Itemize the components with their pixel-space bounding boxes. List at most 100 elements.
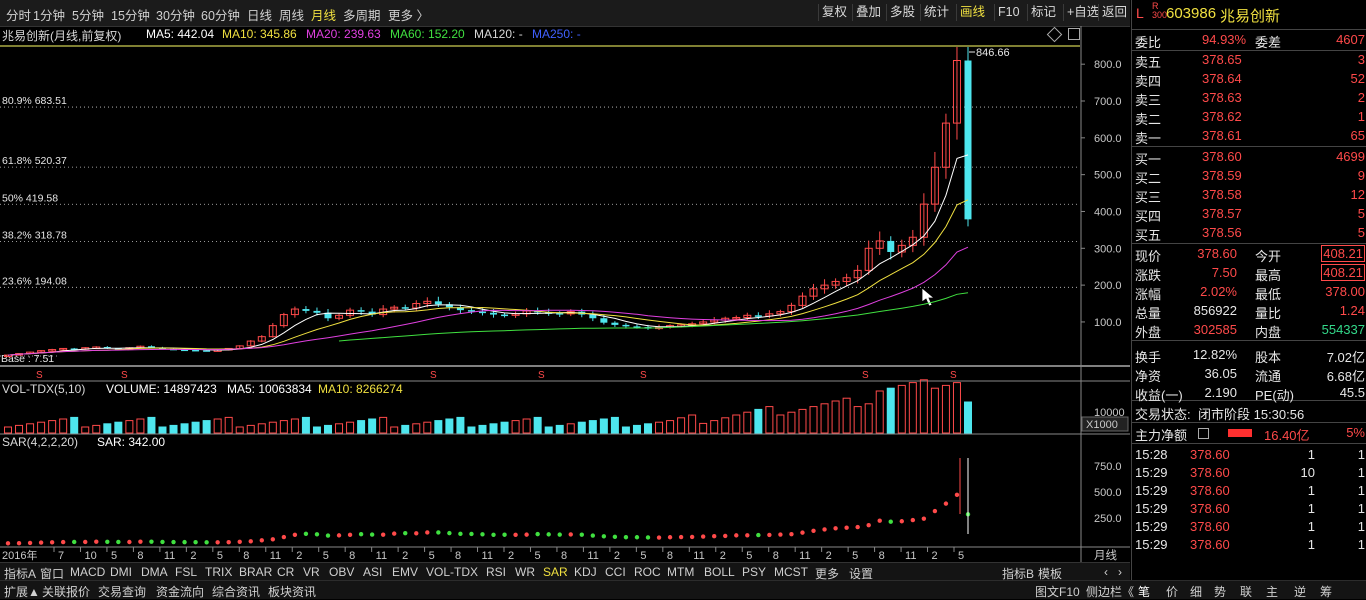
indicator-tab-roc[interactable]: ROC [634, 565, 661, 579]
trading-status: 闭市阶段 15:30:56 [1198, 407, 1305, 422]
sar-dot [270, 537, 276, 542]
vol-ma5-readout: MA5: 10063834 [227, 382, 312, 396]
fib-label: 50% 419.58 [2, 192, 58, 204]
sar-dot [789, 531, 794, 537]
tongji-button[interactable]: 统计 [920, 4, 952, 21]
indicator-tab-cr[interactable]: CR [277, 565, 294, 579]
bottom-right-tab-8[interactable]: 逆 [1294, 583, 1306, 600]
indicator-tab-vr[interactable]: VR [303, 565, 320, 579]
bottom-right-tab-4[interactable]: 细 [1190, 583, 1202, 600]
ma5-line [7, 154, 969, 356]
candle-body [478, 311, 486, 314]
tab-60min[interactable]: 60分钟 [201, 5, 240, 24]
volume-bar [114, 421, 123, 434]
bottom-tab-4[interactable]: 综合资讯 [212, 583, 260, 600]
sar-readout: SAR: 342.00 [97, 435, 166, 449]
bottom-right-tab-7[interactable]: 主 [1266, 583, 1278, 600]
tab-15min[interactable]: 15分钟 [111, 5, 150, 24]
indicator-tab-fsl[interactable]: FSL [175, 565, 197, 579]
volume-bar [103, 423, 112, 434]
kline-chart[interactable]: 80.9% 683.51 61.8% 520.37 50% 419.58 38.2% … [0, 26, 1130, 562]
indicator-tab-kdj[interactable]: KDJ [574, 565, 597, 579]
bottom-tab-1[interactable]: 关联报价 [42, 583, 90, 600]
duogu-button[interactable]: 多股 [886, 4, 918, 21]
indicator-tab-psy[interactable]: PSY [742, 565, 766, 579]
sar-dot [899, 519, 904, 524]
main-flow-pct: 5% [1346, 425, 1365, 440]
indicator-tab-trix[interactable]: TRIX [205, 565, 232, 579]
indicator-tab-macd[interactable]: MACD [70, 565, 105, 579]
indicator-tab-brar[interactable]: BRAR [239, 565, 272, 579]
sar-dot [204, 540, 209, 545]
diejia-button[interactable]: 叠加 [852, 4, 884, 21]
scroll-left-icon[interactable]: ‹ [1104, 565, 1108, 579]
bottom-right-tab-0[interactable]: 图文F10 [1035, 583, 1080, 600]
volume-bar [941, 384, 950, 434]
tab-more[interactable]: 更多 〉 [388, 5, 429, 24]
draw-line-button[interactable]: 画线 [956, 4, 988, 21]
tick-volume: 1 [1307, 483, 1315, 498]
sar-dot [712, 534, 717, 539]
bottom-tab-2[interactable]: 交易查询 [98, 583, 146, 600]
tab-week[interactable]: 周线 [279, 5, 304, 24]
bid-label: 买四 [1135, 209, 1162, 224]
add-watchlist-button[interactable]: +自选 [1063, 4, 1102, 21]
sar-dot [557, 532, 562, 537]
sar-dot [767, 532, 772, 538]
indicator-tab-boll[interactable]: BOLL [704, 565, 735, 579]
tab-30min[interactable]: 30分钟 [156, 5, 195, 24]
bottom-tab-5[interactable]: 板块资讯 [268, 583, 316, 600]
bottom-tab-3[interactable]: 资金流向 [156, 583, 204, 600]
sar-dot [292, 532, 298, 537]
bottom-right-tab-5[interactable]: 势 [1214, 583, 1226, 600]
back-button[interactable]: 返回 [1098, 4, 1130, 21]
tab-1min[interactable]: 1分钟 [33, 5, 65, 24]
tick-row: 15:29 378.60 1 1 [1132, 482, 1366, 501]
indicator-tab-sar[interactable]: SAR [543, 565, 568, 579]
scroll-right-icon[interactable]: › [1118, 565, 1122, 579]
tab-fenshi[interactable]: 分时 [6, 5, 31, 24]
volume-bar [842, 397, 851, 434]
indicator-tab-asi[interactable]: ASI [363, 565, 382, 579]
indicator-tab-obv[interactable]: OBV [329, 565, 354, 579]
indicator-tab-vol-tdx[interactable]: VOL-TDX [426, 565, 478, 579]
indicator-tab-emv[interactable]: EMV [392, 565, 418, 579]
indicator-tab-dma[interactable]: DMA [141, 565, 168, 579]
r300-icon: R 300 [1152, 1, 1168, 20]
ma60-line [338, 292, 969, 342]
fuquan-button[interactable]: 复权 [818, 4, 850, 21]
volume-bar [257, 423, 266, 434]
f10-button[interactable]: F10 [994, 4, 1023, 21]
x-tick-label: 5 [534, 550, 540, 562]
tick-volume: 10 [1300, 465, 1315, 480]
tab-multi-period[interactable]: 多周期 [343, 5, 381, 24]
sar-dot [469, 531, 474, 537]
volume-bar [324, 424, 332, 434]
bottom-right-tab-3[interactable]: 价 [1166, 583, 1178, 600]
x-tick-label: 11 [799, 550, 810, 562]
bottom-right-tab-6[interactable]: 联 [1240, 583, 1252, 600]
bottom-right-tab-2[interactable]: 笔 [1138, 583, 1150, 600]
l-icon[interactable]: L [1136, 5, 1144, 21]
indicator-tab-mcst[interactable]: MCST [774, 565, 808, 579]
sar-dot [524, 532, 529, 537]
indicator-tab-mtm[interactable]: MTM [667, 565, 694, 579]
flow-detail-icon[interactable] [1198, 428, 1209, 439]
bottom-right-tab-1[interactable]: 侧边栏《 [1086, 583, 1134, 600]
stat-label: 收益(一) [1135, 388, 1183, 403]
indicator-tab-dmi[interactable]: DMI [110, 565, 132, 579]
volume-bar [467, 426, 476, 434]
sar-dot [105, 539, 110, 545]
indicator-tab-wr[interactable]: WR [515, 565, 535, 579]
indicator-tab-cci[interactable]: CCI [605, 565, 626, 579]
tab-day[interactable]: 日线 [247, 5, 272, 24]
tick-time: 15:29 [1135, 537, 1168, 552]
mark-button[interactable]: 标记 [1027, 4, 1059, 21]
tab-5min[interactable]: 5分钟 [72, 5, 104, 24]
bottom-right-tab-9[interactable]: 筹 [1320, 583, 1332, 600]
indicator-tab-rsi[interactable]: RSI [486, 565, 506, 579]
tab-month[interactable]: 月线 [311, 5, 336, 24]
bottom-tab-0[interactable]: 扩展▲ [4, 583, 40, 600]
volume-bar [930, 387, 939, 434]
x-tick-label: 5 [323, 550, 329, 562]
